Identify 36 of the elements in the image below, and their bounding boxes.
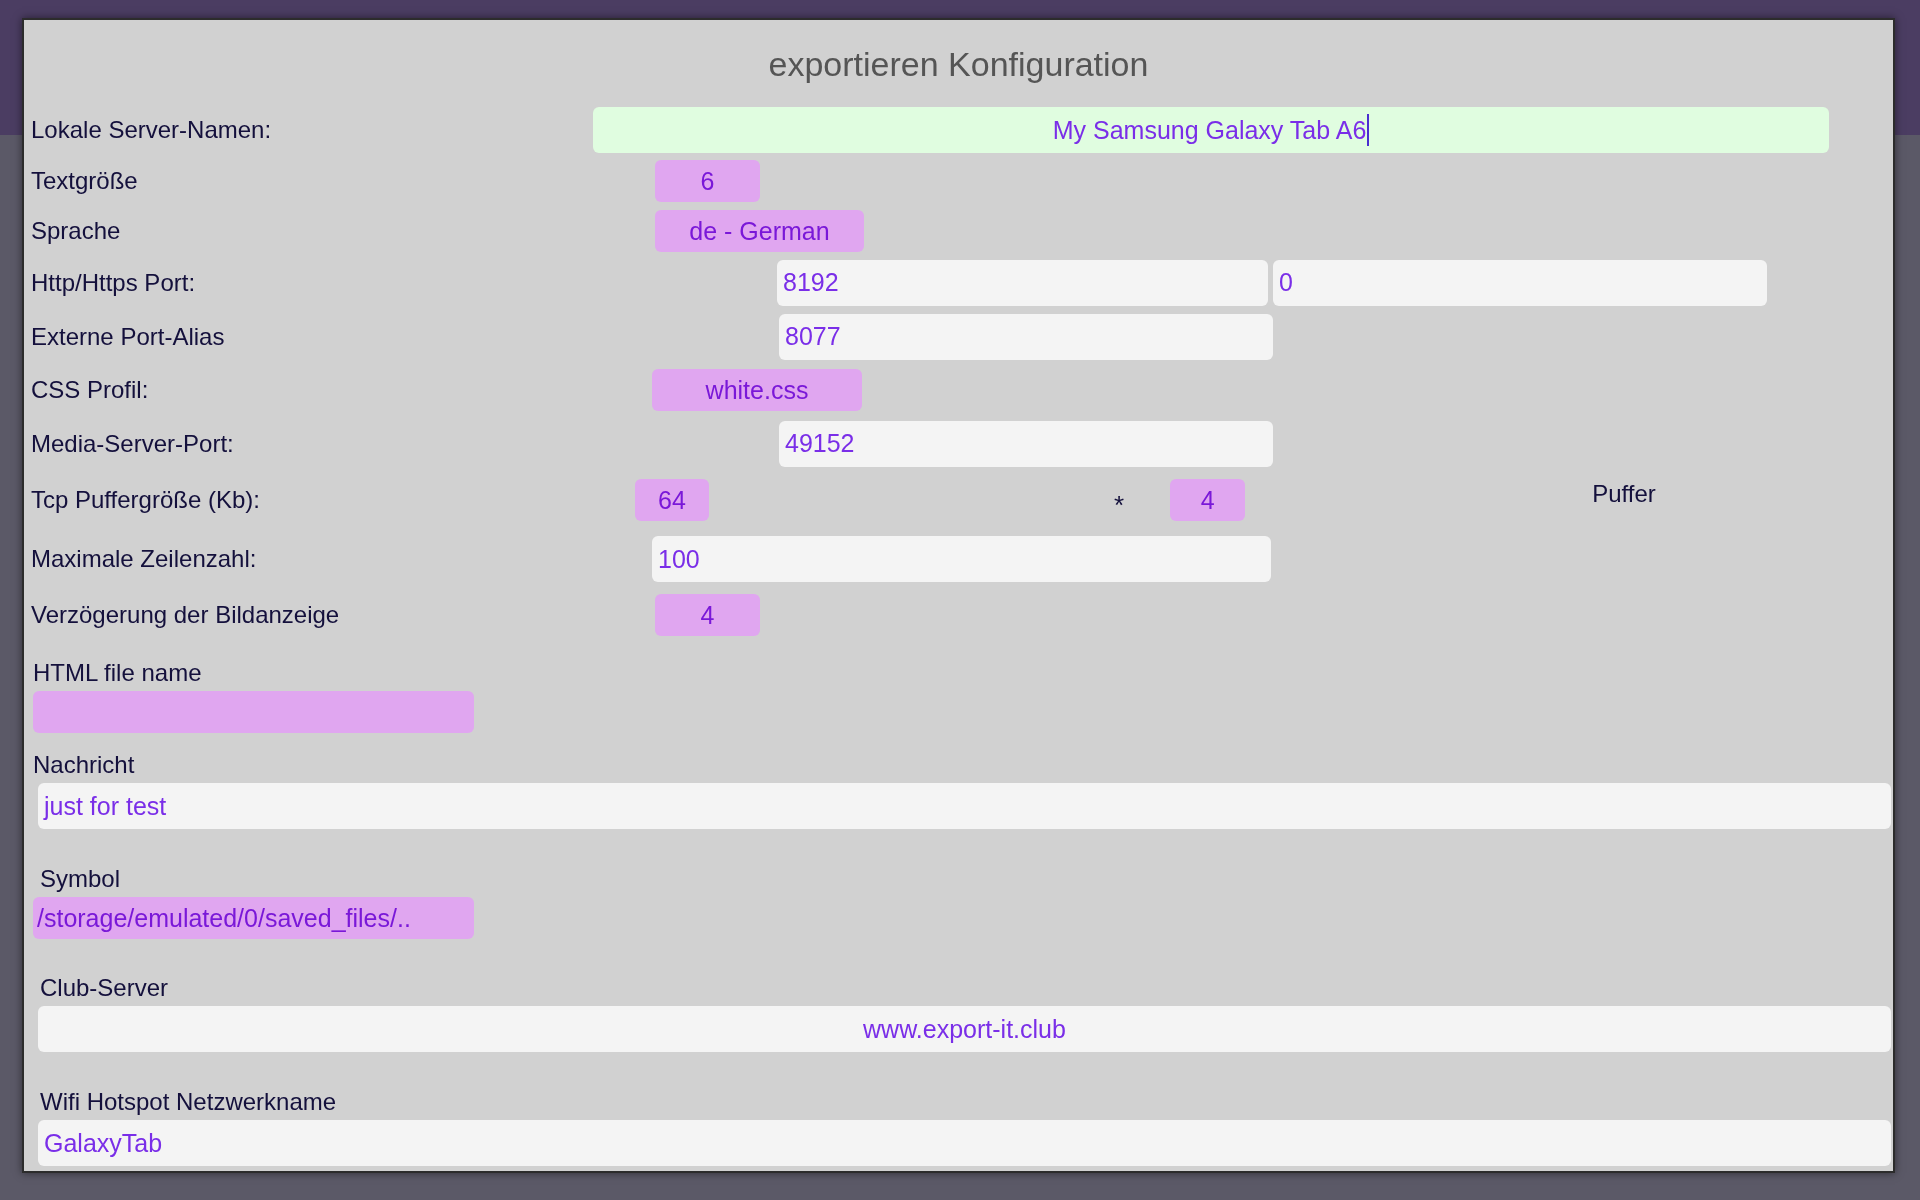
unit-label: Puffer [1592, 480, 1656, 508]
input-field[interactable]: 49152 [779, 420, 1273, 467]
field-label: Wifi Hotspot Netzwerkname [40, 1088, 337, 1116]
input-field[interactable]: 8192 [777, 259, 1268, 306]
input-field[interactable]: GalaxyTab [38, 1120, 1891, 1166]
dropdown[interactable]: 64 [635, 479, 709, 521]
dropdown[interactable]: 6 [655, 160, 760, 202]
field-label: Symbol [40, 865, 121, 893]
dropdown[interactable]: de - German [655, 210, 864, 252]
field-label: Nachricht [33, 751, 135, 779]
field-label: HTML file name [33, 659, 202, 687]
dropdown[interactable]: /storage/emulated/0/saved_files/.. [33, 897, 474, 939]
field-label: CSS Profil: [31, 376, 149, 404]
input-field[interactable]: just for test [38, 783, 1891, 829]
field-label: Tcp Puffergröße (Kb): [31, 486, 260, 514]
dialog-title: exportieren Konfiguration [767, 44, 1150, 84]
field-label: Externe Port-Alias [31, 322, 225, 351]
input-field[interactable]: 100 [652, 536, 1271, 582]
field-label: Club-Server [40, 974, 169, 1002]
input-field[interactable]: 8077 [779, 313, 1273, 360]
dropdown[interactable] [33, 691, 474, 733]
dropdown[interactable]: white.css [652, 369, 862, 411]
dropdown[interactable]: 4 [1170, 479, 1246, 521]
field-label: Http/Https Port: [31, 268, 196, 297]
dropdown[interactable]: 4 [655, 594, 760, 636]
multiply-sign: * [1114, 489, 1125, 521]
text-cursor [1367, 114, 1370, 146]
field-label: Sprache [31, 217, 121, 245]
input-field[interactable]: www.export-it.club [38, 1006, 1891, 1052]
field-label: Verzögerung der Bildanzeige [31, 601, 340, 629]
field-label: Lokale Server-Namen: [31, 116, 272, 144]
field-label: Textgröße [31, 167, 138, 195]
field-label: Maximale Zeilenzahl: [31, 545, 257, 573]
input-field[interactable]: 0 [1273, 259, 1767, 306]
field-label: Media-Server-Port: [31, 429, 234, 458]
input-field[interactable]: My Samsung Galaxy Tab A6 [593, 107, 1829, 153]
